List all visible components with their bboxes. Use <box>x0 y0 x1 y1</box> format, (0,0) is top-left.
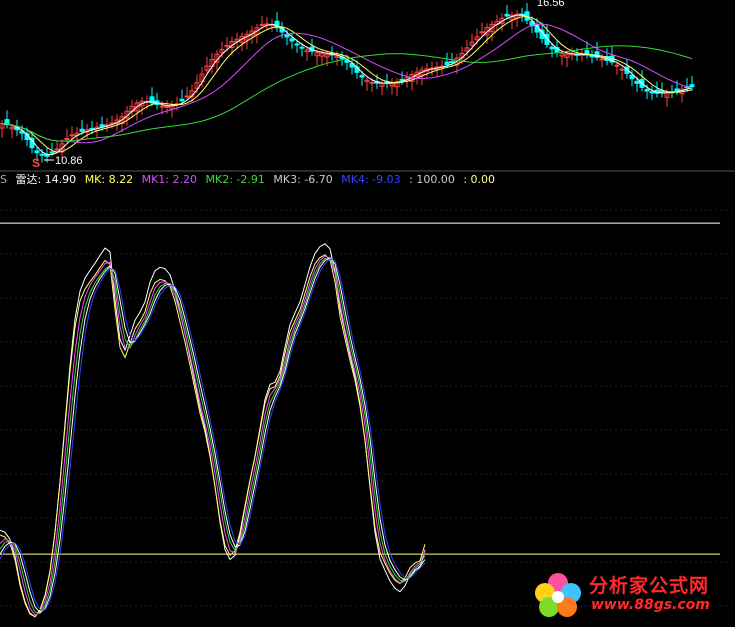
candle-body <box>49 151 55 154</box>
stock-chart-canvas: 16.56 S 10.86 <box>0 0 735 618</box>
candle-body <box>259 23 265 26</box>
legend-item-mk3: MK3: -6.70 <box>273 173 333 186</box>
flower-logo-icon <box>535 573 581 617</box>
candle-body <box>184 95 190 98</box>
candle-body <box>34 150 40 154</box>
sell-signal-icon: S <box>32 156 40 170</box>
candle-body <box>284 34 290 38</box>
candle-body <box>359 74 365 78</box>
candle-body <box>39 153 45 156</box>
candle-body <box>299 46 305 49</box>
high-price-label: 16.56 <box>537 0 565 9</box>
candle-body <box>674 88 680 92</box>
candle-body <box>449 61 455 64</box>
legend-item-mk2: MK2: -2.91 <box>205 173 265 186</box>
candle-body <box>99 124 105 127</box>
candle-body <box>614 64 620 67</box>
legend-item-mk1: MK1: 2.20 <box>141 173 197 186</box>
watermark: 分析家公式网 www.88gs.com <box>529 569 729 621</box>
watermark-chinese: 分析家公式网 <box>589 575 710 597</box>
candle-body <box>504 13 510 17</box>
legend-glyph: S <box>0 173 7 186</box>
candle-body <box>634 80 640 84</box>
candle-body <box>294 43 300 46</box>
legend-item-mk: MK: 8.22 <box>84 173 134 186</box>
candle-body <box>649 91 655 94</box>
candle-body <box>589 55 595 58</box>
stock-chart-screen: { "colors": { "background": "#000000", "… <box>0 0 735 627</box>
candle-body <box>289 38 295 42</box>
low-price-label: 10.86 <box>55 155 83 167</box>
candle-body <box>164 105 170 108</box>
candle-body <box>689 84 695 88</box>
legend-item-mk4: MK4: -9.03 <box>341 173 401 186</box>
ma-yellow-line <box>1 15 693 153</box>
ma-white-line <box>1 14 693 156</box>
candle-body <box>399 78 405 81</box>
legend-item-radar: 雷达: 14.90 <box>15 173 77 186</box>
candle-body <box>444 61 450 65</box>
candle-body <box>64 137 70 140</box>
candle-body <box>79 128 85 132</box>
candle-body <box>369 81 375 84</box>
candle-body <box>599 58 605 61</box>
candle-body <box>69 134 75 137</box>
legend-item-lower: : 0.00 <box>463 173 496 186</box>
candle-body <box>159 105 165 108</box>
candle-body <box>644 88 650 92</box>
watermark-url: www.88gs.com <box>591 597 710 613</box>
moving-average-lines <box>1 14 693 156</box>
indicator-legend: S 雷达: 14.90 MK: 8.22 MK1: 2.20 MK2: -2.9… <box>0 172 500 188</box>
candle-body <box>549 46 555 50</box>
candle-body <box>179 98 185 102</box>
candle-body <box>54 148 60 151</box>
legend-item-upper: : 100.00 <box>409 173 455 186</box>
price-panel: 16.56 S 10.86 <box>0 0 695 170</box>
oscillator-panel <box>0 209 735 618</box>
candle-body <box>619 68 625 71</box>
